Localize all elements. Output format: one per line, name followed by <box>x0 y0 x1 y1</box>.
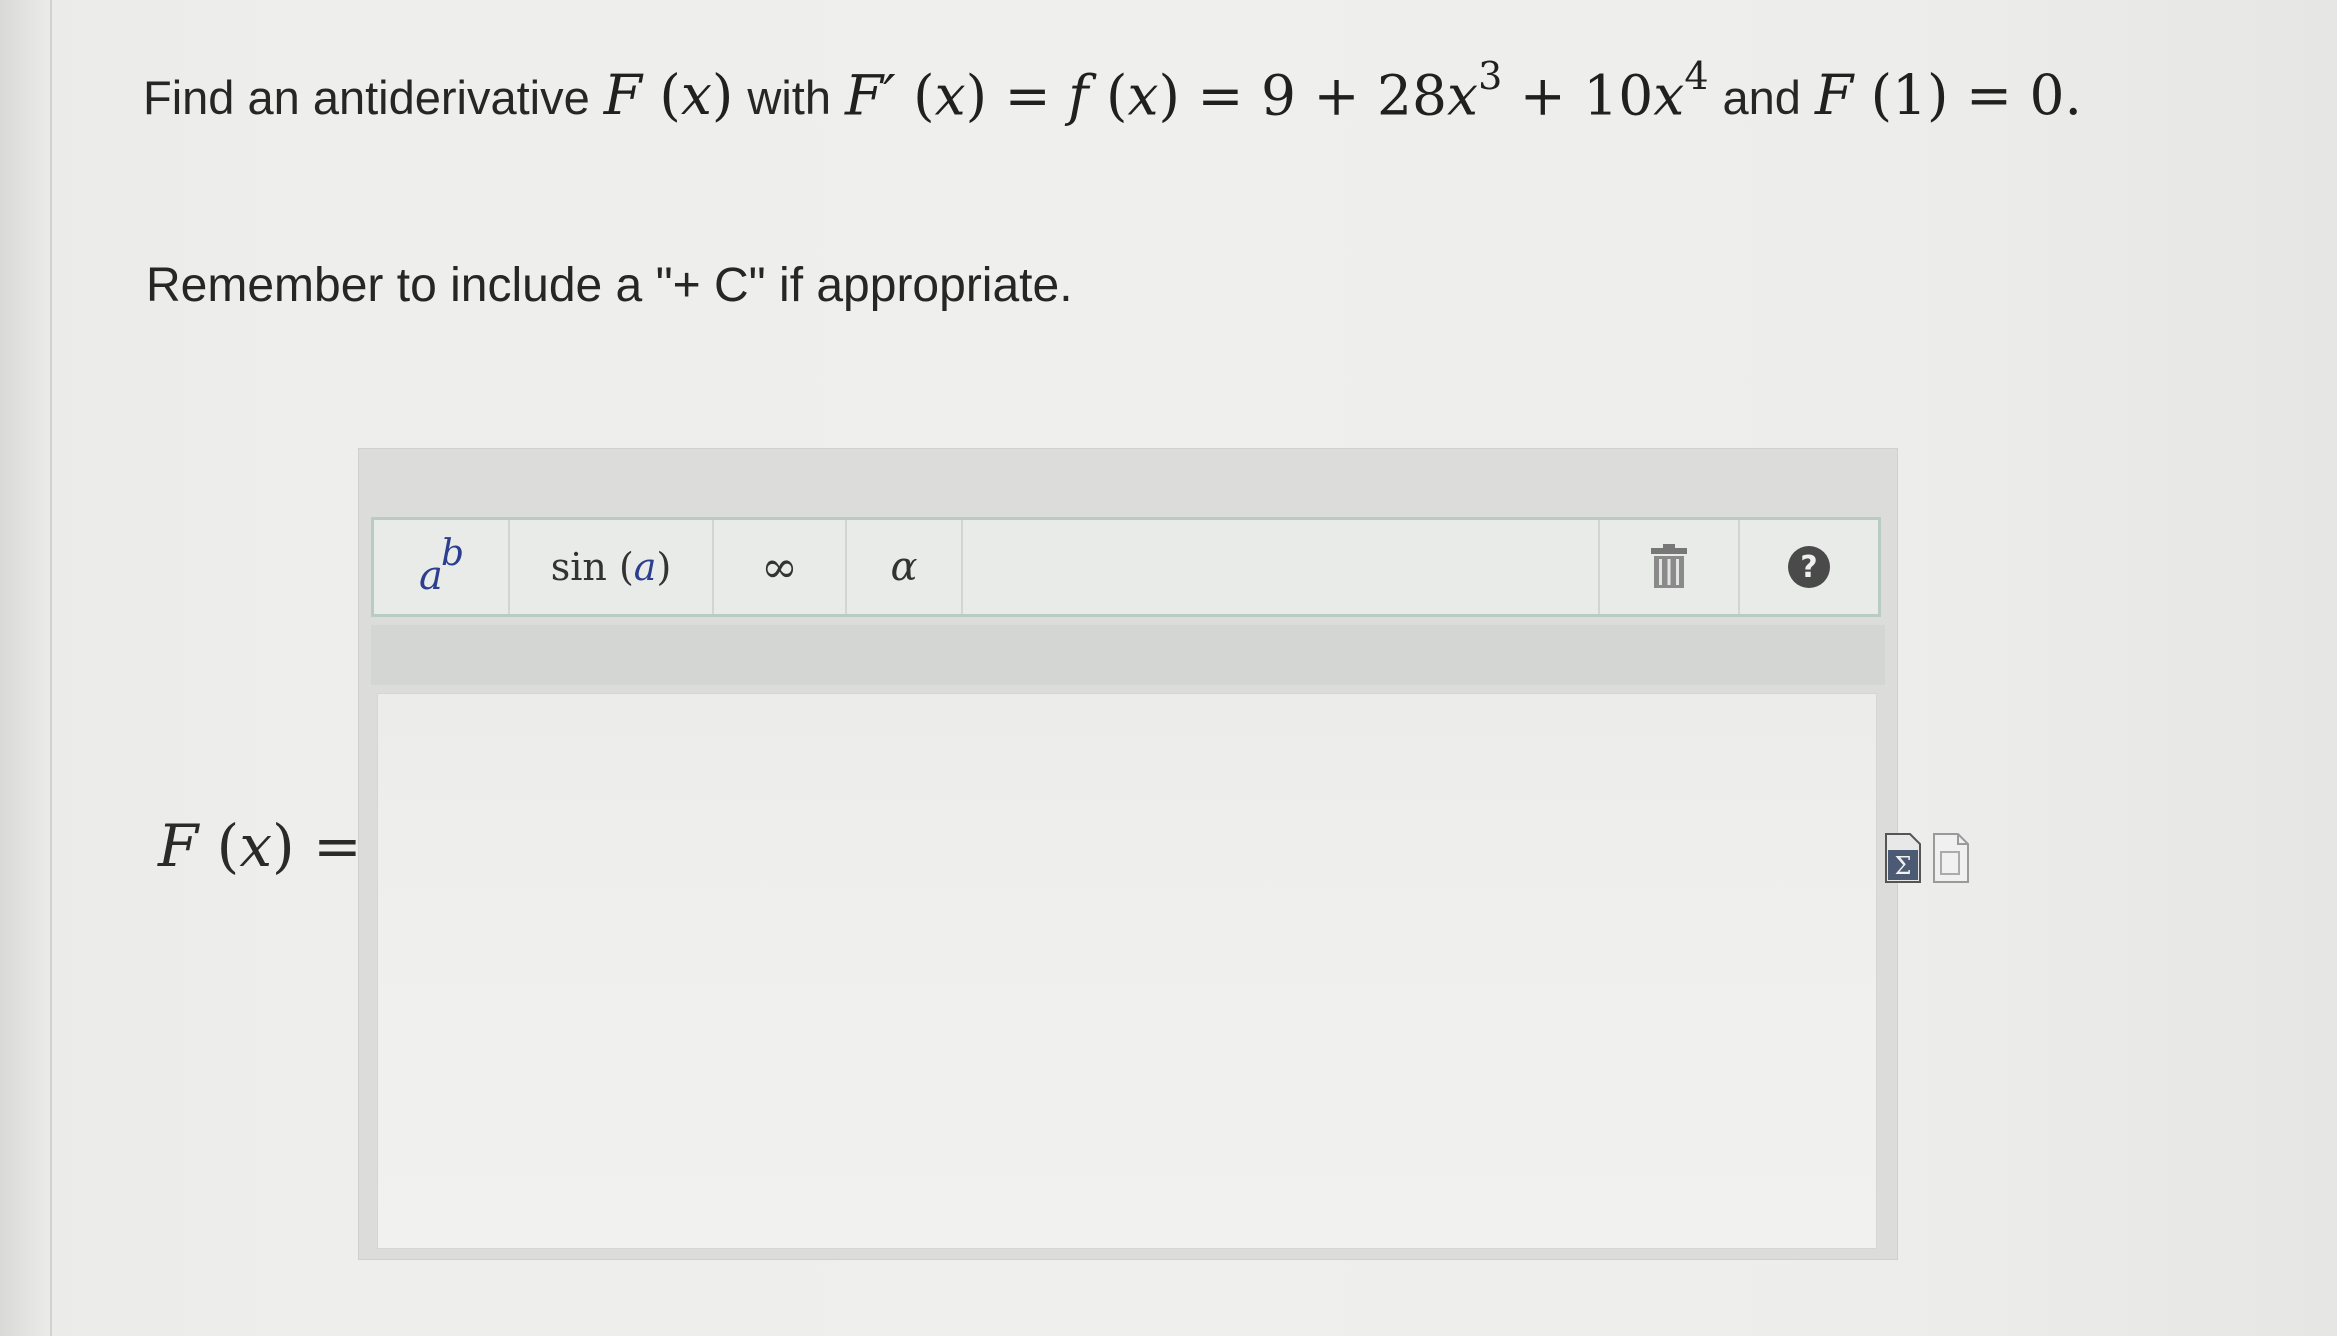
question-prefix: Find an antiderivative <box>143 71 590 125</box>
superscript-button[interactable]: a b <box>374 520 510 614</box>
superscript-icon: a b <box>419 533 465 599</box>
help-button[interactable]: ? <box>1740 520 1878 614</box>
question-condition: F (1) = 0. <box>1814 63 2083 128</box>
question-text: Find an antiderivative F (x) with F′ (x)… <box>143 54 2083 140</box>
math-editor: a b sin (a) ∞ α ? <box>358 448 1898 1260</box>
answer-label: F (x) = <box>158 812 362 880</box>
svg-text:Σ: Σ <box>1895 852 1912 880</box>
help-icon: ? <box>1788 546 1830 588</box>
toolbar-spacer <box>963 520 1600 614</box>
question-and: and <box>1722 71 1801 125</box>
editor-toolbar: a b sin (a) ∞ α ? <box>371 517 1881 617</box>
page-left-rule <box>50 0 52 1336</box>
infinity-button[interactable]: ∞ <box>714 520 847 614</box>
question-fx: F (x) <box>603 63 734 128</box>
trash-icon <box>1651 544 1687 588</box>
clear-button[interactable] <box>1600 520 1740 614</box>
equation-editor-icon[interactable]: Σ <box>1884 830 1922 884</box>
answer-input[interactable] <box>377 693 1877 1249</box>
sin-button[interactable]: sin (a) <box>510 520 714 614</box>
toolbar-band <box>371 625 1885 685</box>
preview-doc-icon[interactable] <box>1932 830 1970 884</box>
answer-side-tools: Σ <box>1884 830 1970 884</box>
greek-alpha-button[interactable]: α <box>847 520 963 614</box>
sin-label: sin <box>550 545 607 589</box>
question-derivative: F′ (x) = f (x) = 9 + 28x3 + 10x4 <box>844 54 1709 128</box>
question-with: with <box>747 71 831 125</box>
instruction-text: Remember to include a "+ C" if appropria… <box>146 259 1073 312</box>
